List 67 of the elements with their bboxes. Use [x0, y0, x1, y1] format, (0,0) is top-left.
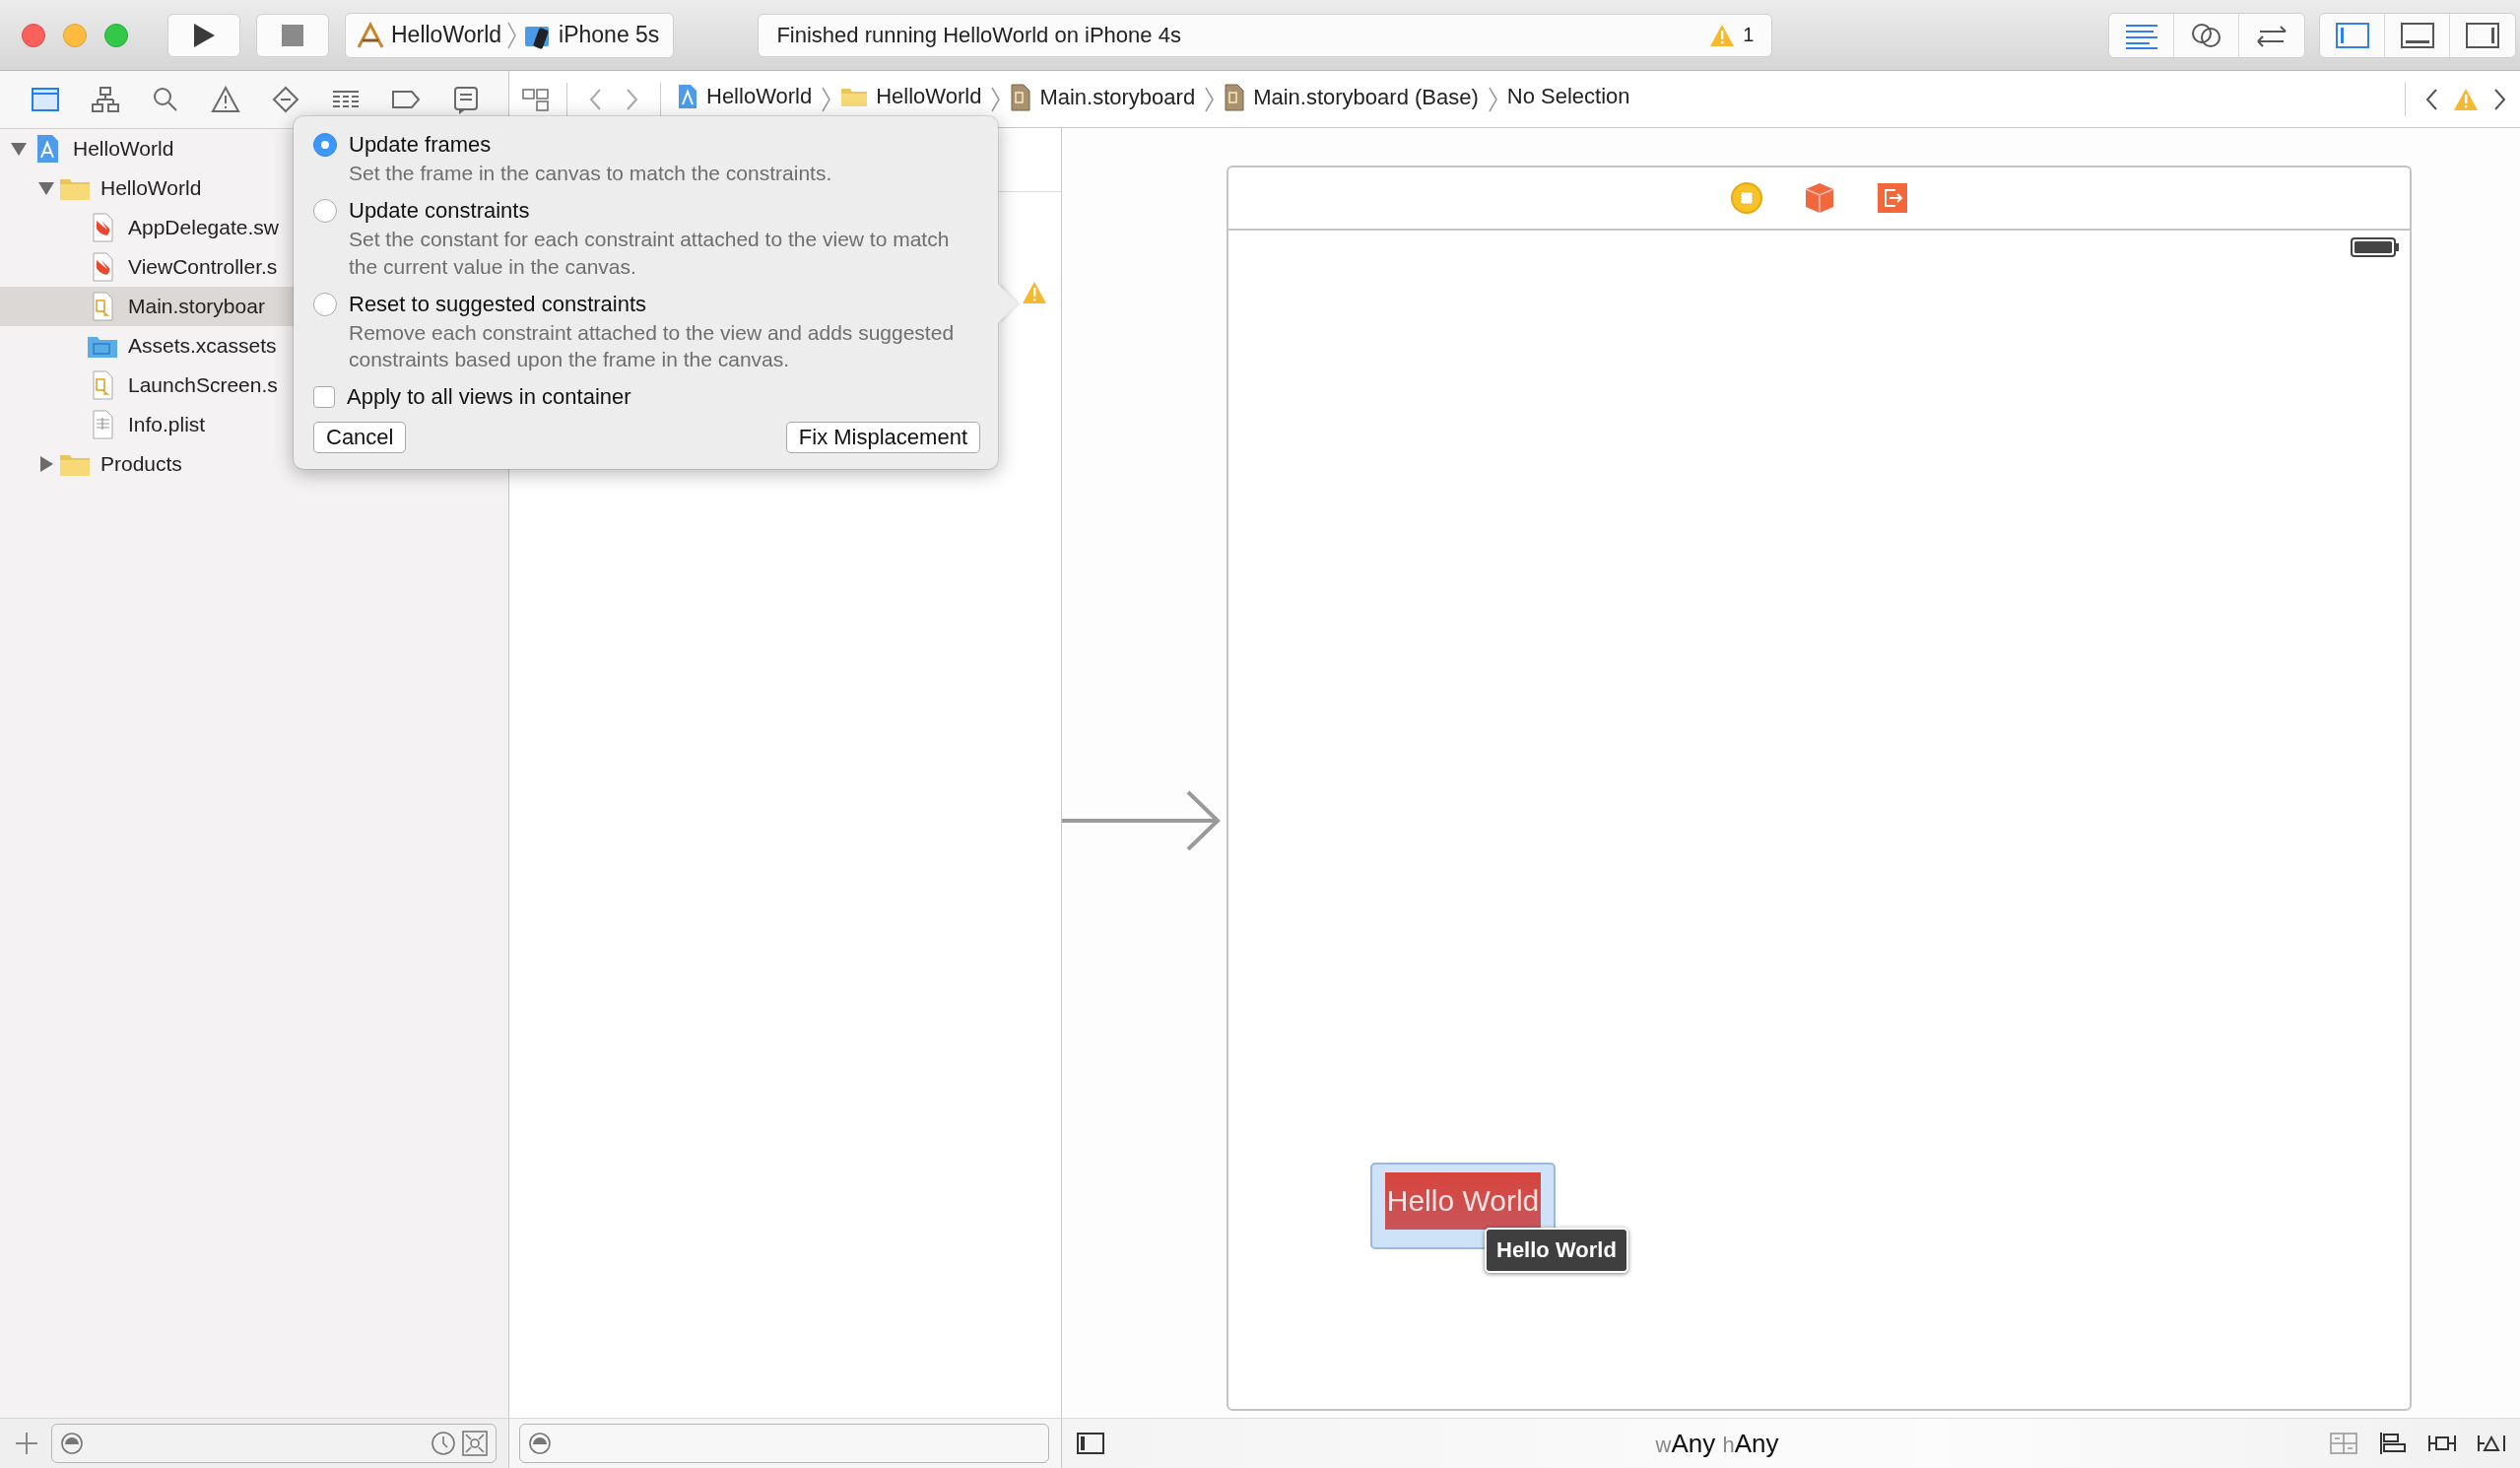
test-navigator-tab[interactable] — [270, 85, 301, 114]
disclosure-triangle-icon[interactable] — [10, 140, 28, 158]
project-navigator-tab[interactable] — [30, 85, 61, 114]
disclosure-triangle-icon[interactable] — [37, 179, 55, 197]
play-icon — [191, 21, 217, 49]
filter-icon — [60, 1432, 84, 1455]
scm-filter-icon[interactable] — [462, 1431, 488, 1456]
diamond-icon — [270, 85, 301, 114]
chevron-icon — [507, 20, 518, 50]
issue-navigator-tab[interactable] — [210, 85, 241, 114]
tooltip: Hello World — [1485, 1228, 1628, 1273]
cancel-button[interactable]: Cancel — [313, 422, 407, 454]
document-outline-toggle-icon[interactable] — [1076, 1431, 1105, 1456]
checkbox[interactable] — [313, 386, 335, 409]
clock-icon[interactable] — [431, 1431, 456, 1456]
checkbox-label[interactable]: Apply to all views in container — [347, 384, 631, 411]
warning-icon — [1709, 23, 1736, 47]
option-label[interactable]: Update frames — [349, 132, 832, 158]
path-separator-icon — [1488, 86, 1497, 112]
filter-field[interactable] — [519, 1424, 1049, 1463]
hello-world-label[interactable]: Hello World — [1384, 1172, 1542, 1230]
view-controller-scene[interactable]: Hello World Hello World — [1227, 166, 2412, 1411]
stop-button[interactable] — [256, 13, 329, 57]
path-separator-icon — [822, 86, 831, 112]
storyboard-file-icon — [1010, 84, 1032, 111]
option-label[interactable]: Update constraints — [349, 198, 980, 225]
align-icon[interactable] — [2378, 1431, 2408, 1456]
symbol-navigator-tab[interactable] — [90, 85, 121, 114]
stack-icon[interactable] — [2329, 1431, 2358, 1456]
activity-view: Finished running HelloWorld on iPhone 4s 1 — [758, 13, 1773, 57]
folder-icon — [30, 85, 61, 114]
stop-icon — [282, 24, 303, 46]
warning-icon — [210, 85, 241, 114]
fix-misplacement-button[interactable]: Fix Misplacement — [785, 422, 980, 454]
filter-icon — [528, 1432, 552, 1455]
radio-button[interactable] — [313, 292, 337, 316]
disclosure-triangle-icon[interactable] — [37, 455, 55, 473]
scheme-selector[interactable]: HelloWorld iPhone 5s — [345, 12, 675, 58]
breadcrumb[interactable]: No Selection — [1506, 84, 1630, 109]
close-button[interactable] — [22, 23, 45, 47]
battery-icon — [2351, 236, 2400, 258]
warning-count: 1 — [1743, 24, 1755, 46]
view-controller-icon[interactable] — [1729, 181, 1763, 215]
project-icon — [677, 84, 698, 109]
breadcrumb[interactable]: Main.storyboard (Base) — [1224, 84, 1479, 111]
run-button[interactable] — [167, 13, 240, 57]
app-icon — [356, 20, 385, 50]
radio-button[interactable] — [313, 199, 337, 224]
panel-layout-icon — [2465, 20, 2500, 50]
hierarchy-icon — [90, 85, 121, 114]
option-description: Set the frame in the canvas to match the constraints. — [349, 161, 832, 186]
breadcrumb[interactable]: HelloWorld — [677, 84, 813, 109]
panel-layout-icon — [2334, 20, 2370, 50]
breadcrumb[interactable]: Main.storyboard — [1010, 84, 1196, 111]
related-items-icon[interactable] — [521, 86, 551, 112]
add-icon[interactable] — [14, 1431, 39, 1456]
filter-field[interactable] — [51, 1424, 497, 1463]
option-description: Set the constant for each constraint attached to the view to match the current value in the canvas. — [349, 227, 951, 280]
storyboard-file-icon — [1224, 84, 1246, 111]
exit-icon[interactable] — [1875, 181, 1909, 215]
panel-layout-icon — [2399, 20, 2435, 50]
zoom-button[interactable] — [104, 23, 128, 47]
size-class-control[interactable]: wAny hAny — [1655, 1428, 1779, 1459]
radio-button[interactable] — [313, 133, 337, 157]
path-separator-icon — [1205, 86, 1215, 112]
path-separator-icon — [991, 86, 1001, 112]
breadcrumb[interactable]: HelloWorld — [840, 84, 982, 109]
